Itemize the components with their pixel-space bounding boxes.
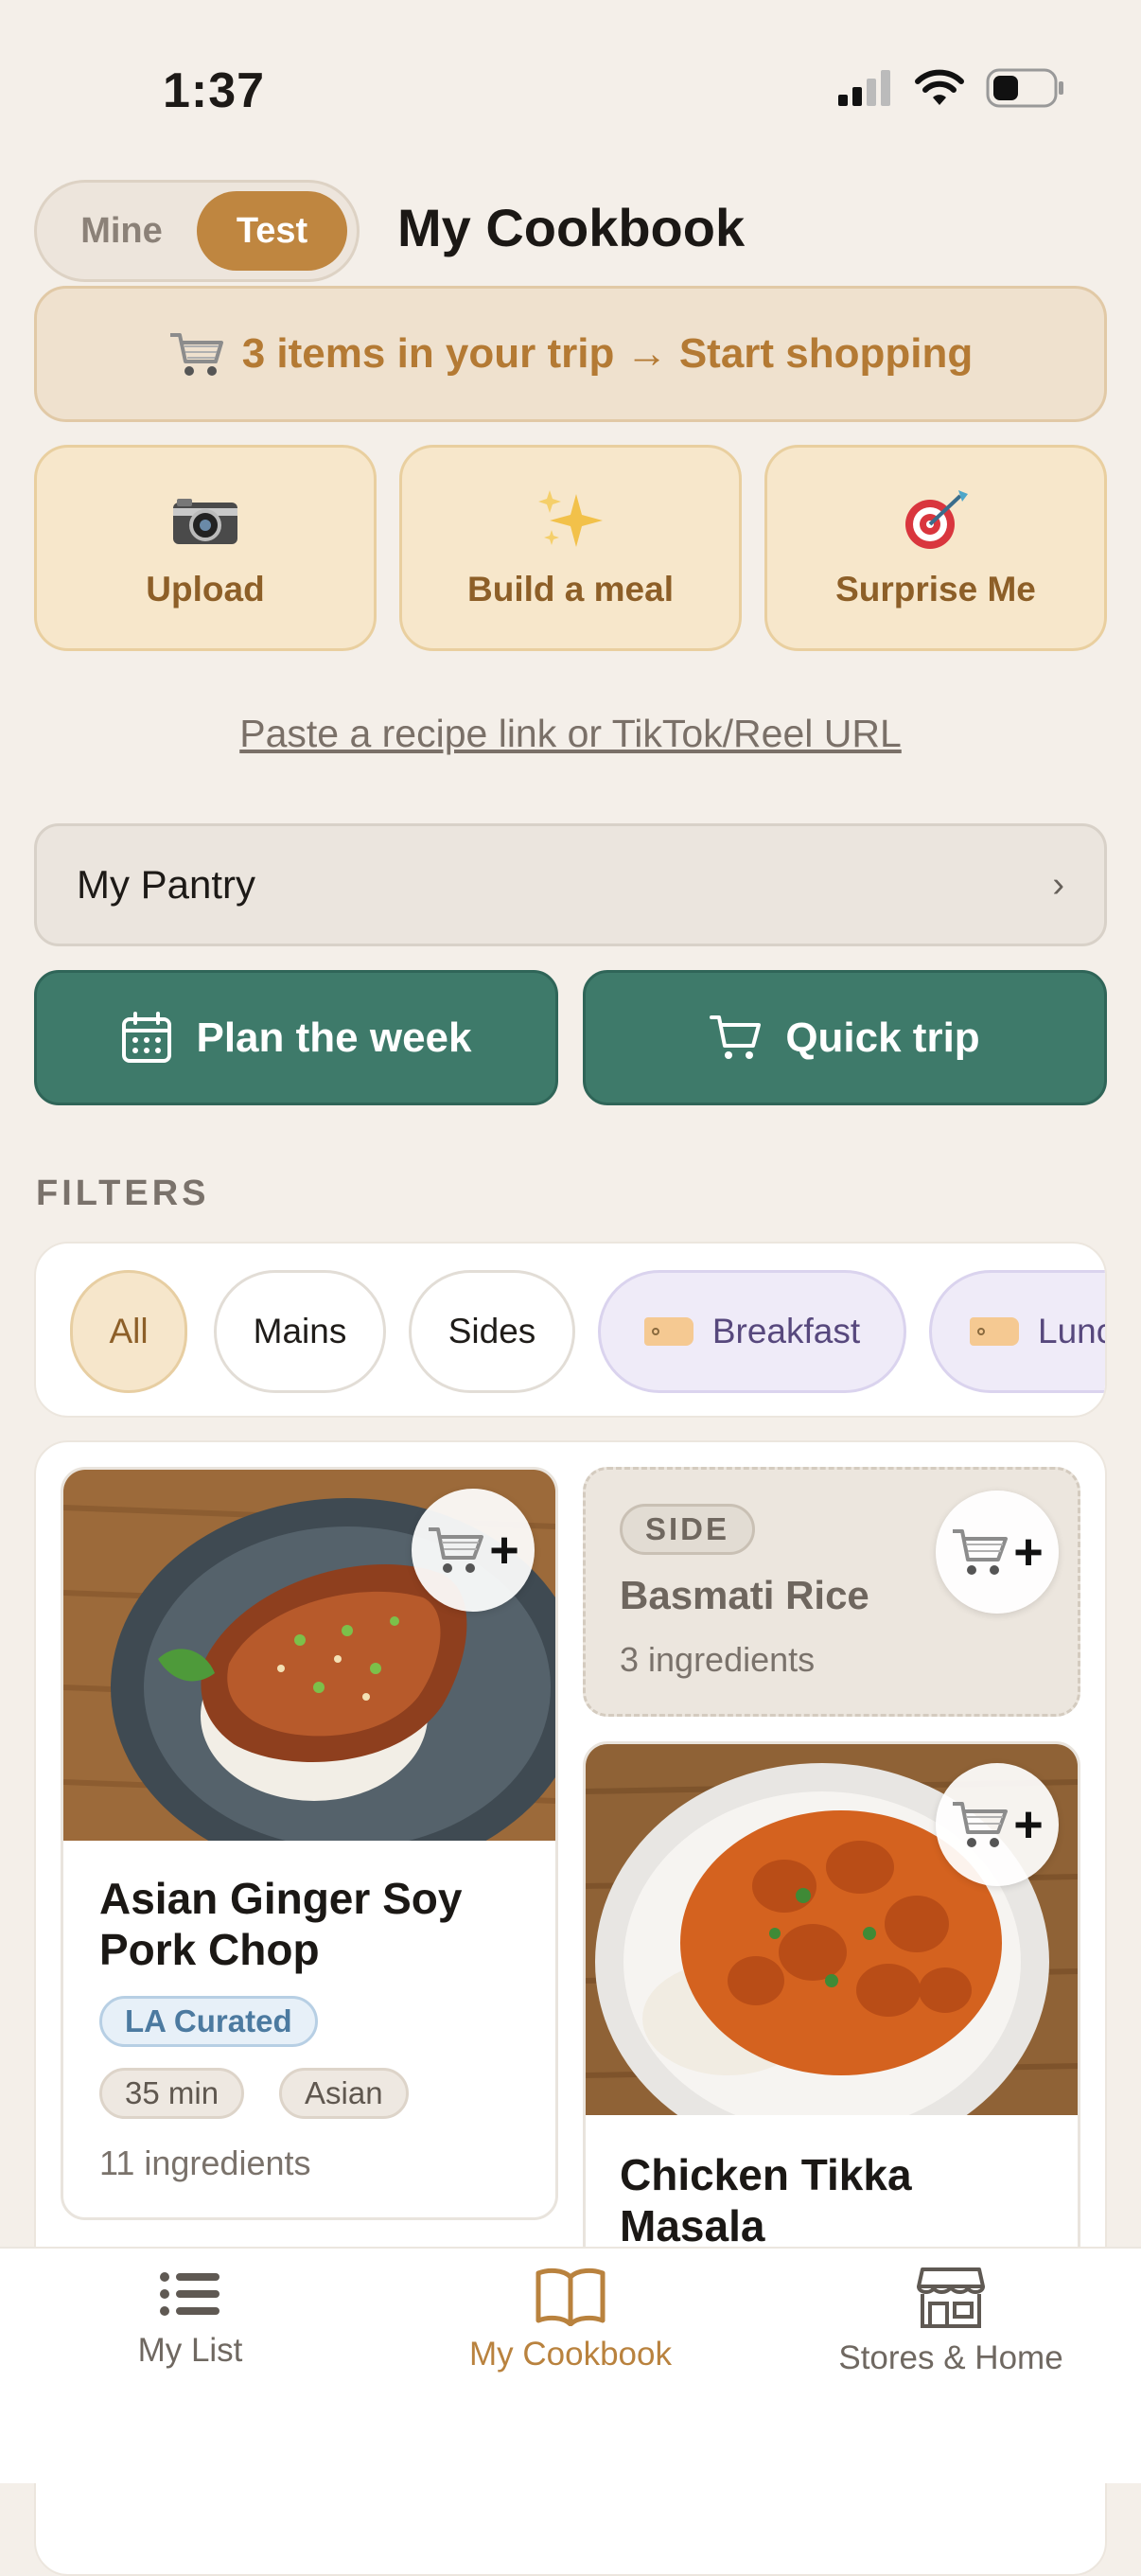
tab-label: Stores & Home [838, 2339, 1063, 2376]
filter-chip-lunch[interactable]: Lunch [929, 1270, 1105, 1393]
plus-icon: + [489, 1522, 519, 1579]
add-to-trip-button[interactable]: + [936, 1763, 1059, 1886]
recipe-title-line: Masala [620, 2201, 765, 2250]
recipe-title: Asian Ginger Soy Pork Chop [99, 1873, 462, 1975]
filters-heading: FILTERS [36, 1173, 210, 1213]
filter-bar[interactable]: All Mains Sides Breakfast Lunch [34, 1242, 1107, 1418]
side-tag: SIDE [620, 1504, 756, 1555]
filter-chip-mains[interactable]: Mains [214, 1270, 386, 1393]
sparkles-icon [538, 490, 603, 547]
filter-chip-label: Sides [448, 1312, 536, 1350]
upload-button[interactable]: Upload [34, 445, 377, 651]
filter-chip-label: Breakfast [711, 1312, 861, 1350]
list-icon [160, 2272, 219, 2316]
recipe-title-line: Asian Ginger Soy [99, 1874, 463, 1923]
paste-link[interactable]: Paste a recipe link or TikTok/Reel URL [0, 712, 1141, 756]
filter-chip-breakfast[interactable]: Breakfast [598, 1270, 906, 1393]
build-meal-label: Build a meal [467, 570, 674, 609]
plus-icon: + [1013, 1524, 1044, 1580]
store-icon [917, 2267, 985, 2328]
tag-icon [970, 1317, 1019, 1346]
time-badge: 35 min [99, 2068, 245, 2119]
segment-test[interactable]: Test [197, 191, 347, 271]
ingredient-count: 3 ingredients [620, 1640, 816, 1679]
tab-stores-home[interactable]: Stores & Home [761, 2266, 1141, 2377]
filter-chip-label: Lunch [1038, 1312, 1105, 1350]
plus-icon: + [1013, 1796, 1044, 1853]
filter-chip-all[interactable]: All [70, 1270, 187, 1393]
chevron-right-icon: › [1052, 864, 1064, 905]
pantry-row[interactable]: My Pantry › [34, 823, 1107, 946]
recipe-title-line: Pork Chop [99, 1925, 320, 1974]
account-segmented-control: Mine Test [34, 180, 360, 282]
surprise-me-label: Surprise Me [835, 570, 1036, 609]
add-to-trip-button[interactable]: + [936, 1491, 1059, 1614]
cart-icon [429, 1527, 484, 1573]
plan-week-button[interactable]: Plan the week [34, 970, 558, 1105]
cart-icon [953, 1802, 1009, 1847]
recipe-card[interactable]: SIDE Basmati Rice 3 ingredients + [583, 1467, 1080, 1717]
tab-my-cookbook[interactable]: My Cookbook [380, 2266, 761, 2373]
ingredient-count: 11 ingredients [99, 2144, 311, 2182]
cart-icon [953, 1529, 1009, 1575]
recipe-title: Basmati Rice [620, 1573, 869, 1617]
filter-chip-sides[interactable]: Sides [409, 1270, 575, 1393]
tab-label: My List [137, 2332, 243, 2369]
calendar-icon [122, 1011, 172, 1063]
battery-icon [986, 68, 1063, 108]
status-icons [836, 68, 1065, 108]
trip-banner-text: 3 items in your trip → Start shopping [241, 330, 974, 377]
tab-my-list[interactable]: My List [0, 2266, 380, 2370]
camera-icon [173, 499, 237, 544]
plan-week-label: Plan the week [196, 1014, 472, 1061]
recipe-title: Chicken Tikka Masala [620, 2149, 912, 2251]
upload-label: Upload [146, 570, 265, 609]
surprise-me-button[interactable]: Surprise Me [764, 445, 1107, 651]
pantry-label: My Pantry [77, 862, 256, 907]
wifi-icon [915, 69, 964, 105]
filter-chip-label: All [109, 1312, 149, 1350]
target-icon [905, 490, 968, 549]
tag-icon [643, 1317, 693, 1346]
cart-icon [169, 333, 223, 376]
page-title: My Cookbook [397, 198, 746, 257]
status-time: 1:37 [163, 63, 266, 118]
segment-mine[interactable]: Mine [46, 191, 197, 271]
build-meal-button[interactable]: Build a meal [399, 445, 742, 651]
tab-label: My Cookbook [469, 2336, 672, 2373]
trip-banner[interactable]: 3 items in your trip → Start shopping [34, 286, 1107, 422]
filter-chip-label: Mains [253, 1312, 347, 1350]
recipe-card[interactable]: + Asian Ginger Soy Pork Chop LA Curated … [61, 1467, 558, 2220]
book-icon [535, 2267, 606, 2326]
quick-trip-button[interactable]: Quick trip [583, 970, 1107, 1105]
curated-badge: LA Curated [99, 1996, 318, 2047]
cuisine-badge: Asian [279, 2068, 409, 2119]
recipe-title-line: Chicken Tikka [620, 2150, 912, 2199]
add-to-trip-button[interactable]: + [412, 1489, 535, 1612]
quick-trip-label: Quick trip [785, 1014, 980, 1061]
cart-outline-icon [710, 1015, 762, 1059]
signal-icon [838, 70, 890, 106]
